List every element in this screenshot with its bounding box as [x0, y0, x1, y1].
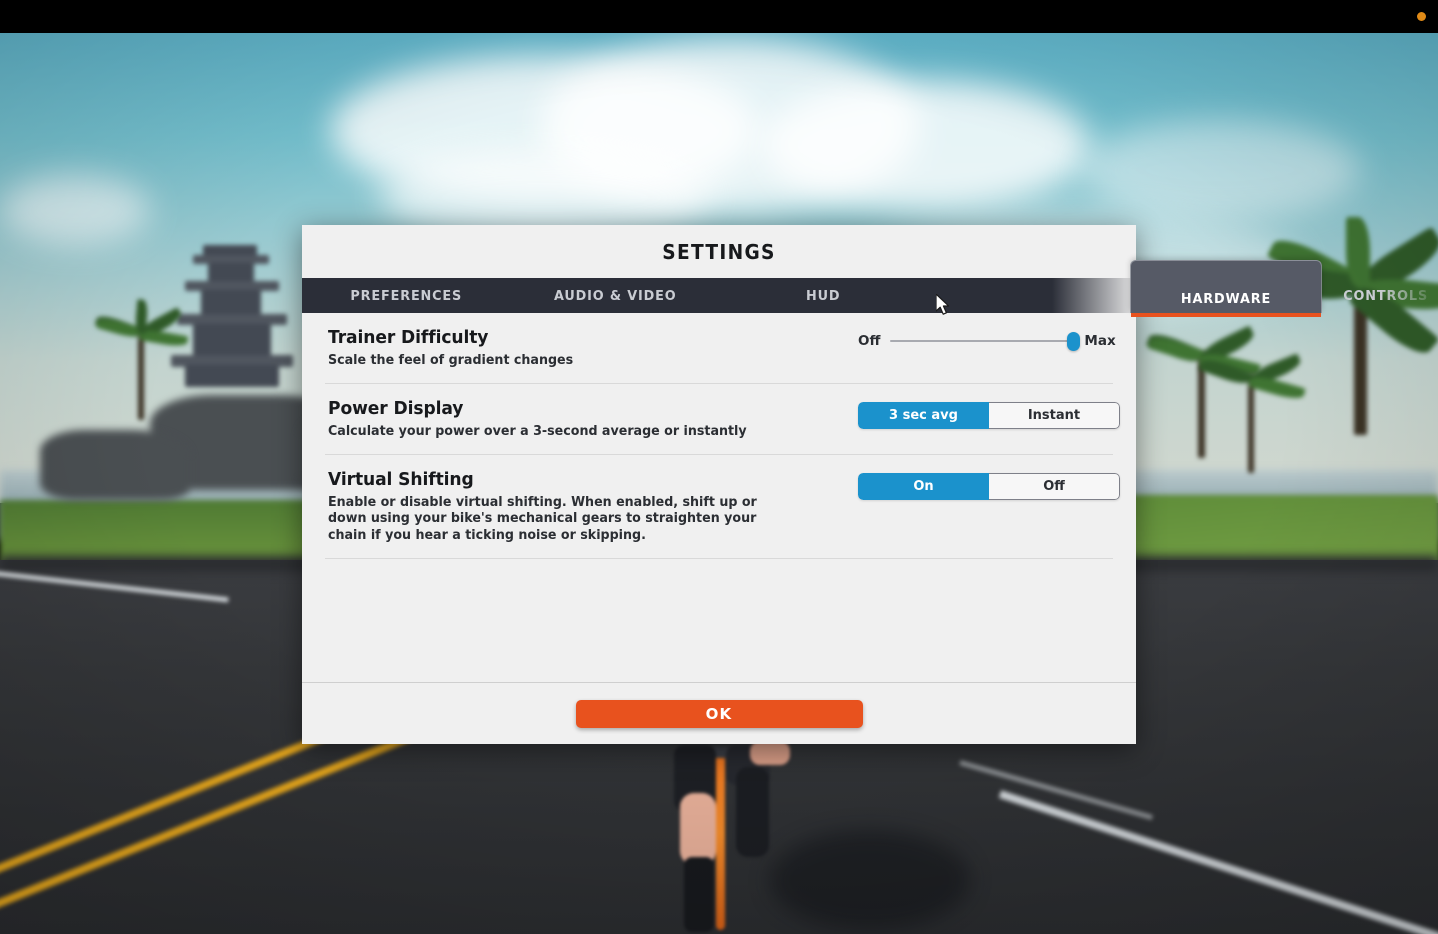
slider-min-label: Off [858, 333, 881, 349]
setting-description: Calculate your power over a 3-second ave… [328, 423, 747, 439]
setting-row-trainer-difficulty: Trainer Difficulty Scale the feel of gra… [325, 313, 1116, 384]
setting-title: Trainer Difficulty [328, 327, 489, 348]
dialog-header: SETTINGS [302, 225, 1136, 278]
cyclist-sock-left [684, 857, 714, 932]
setting-title: Power Display [328, 397, 464, 419]
tab-preferences[interactable]: PREFERENCES [307, 278, 505, 313]
rock [40, 430, 190, 500]
setting-text: Virtual Shifting Enable or disable virtu… [328, 469, 858, 545]
slider-track-container[interactable] [890, 331, 1081, 351]
trainer-difficulty-slider[interactable]: Off Max [858, 331, 1116, 351]
temple-structure [171, 245, 293, 387]
power-display-option-3sec[interactable]: 3 sec avg [858, 401, 989, 429]
tab-audio-video[interactable]: AUDIO & VIDEO [516, 278, 714, 313]
power-display-option-instant[interactable]: Instant [989, 401, 1120, 429]
settings-content: Trainer Difficulty Scale the feel of gra… [302, 313, 1136, 682]
setting-text: Trainer Difficulty Scale the feel of gra… [328, 327, 858, 370]
tab-hardware[interactable]: HARDWARE [1130, 260, 1322, 317]
tab-hud[interactable]: HUD [724, 278, 922, 313]
setting-title: Virtual Shifting [328, 468, 474, 490]
ok-button[interactable]: OK [575, 699, 863, 728]
tab-controls[interactable]: CONTROLS [1330, 278, 1438, 313]
setting-control: Off Max [858, 327, 1116, 351]
setting-text: Power Display Calculate your power over … [328, 398, 858, 441]
cyclist-calf-right [736, 767, 769, 857]
setting-row-power-display: Power Display Calculate your power over … [325, 384, 1120, 455]
setting-control: 3 sec avg Instant [858, 398, 1120, 429]
cyclist [640, 741, 840, 934]
top-bar [0, 0, 1438, 33]
virtual-shifting-segmented-control: On Off [858, 472, 1120, 500]
palm-tree [94, 299, 189, 420]
setting-row-virtual-shifting: Virtual Shifting Enable or disable virtu… [325, 455, 1120, 559]
slider-track [890, 340, 1075, 342]
power-display-segmented-control: 3 sec avg Instant [858, 401, 1120, 429]
virtual-shifting-option-off[interactable]: Off [989, 472, 1120, 500]
palm-tree [1196, 335, 1306, 475]
bike-frame [716, 755, 725, 930]
slider-thumb[interactable] [1067, 332, 1081, 351]
settings-dialog: SETTINGS PREFERENCES AUDIO & VIDEO HUD C… [302, 225, 1427, 744]
tab-bar: PREFERENCES AUDIO & VIDEO HUD CONTROLS H… [302, 260, 1427, 317]
slider-max-label: Max [1084, 333, 1116, 349]
dialog-footer: OK [302, 682, 1136, 744]
setting-description: Enable or disable virtual shifting. When… [328, 494, 757, 544]
cyclist-calf-left [680, 793, 716, 865]
setting-description: Scale the feel of gradient changes [328, 353, 574, 368]
page-title: SETTINGS [662, 239, 776, 264]
cyclist-arm [750, 741, 790, 765]
tab-bar-fade-overlay [1016, 278, 1136, 313]
recording-dot [1417, 12, 1426, 21]
virtual-shifting-option-on[interactable]: On [858, 472, 989, 500]
cloud [760, 80, 1090, 210]
cloud [0, 175, 150, 245]
setting-control: On Off [858, 469, 1120, 500]
